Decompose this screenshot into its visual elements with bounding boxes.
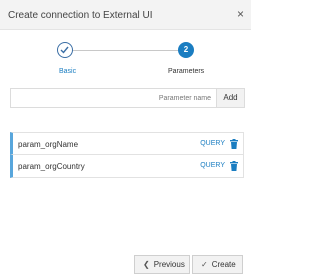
step-parameters-indicator[interactable]: 2 — [178, 42, 194, 58]
chevron-left-icon: ❮ — [143, 260, 150, 269]
create-button[interactable]: ✓ Create — [192, 255, 243, 274]
close-icon[interactable]: × — [237, 7, 244, 21]
create-connection-dialog: Create connection to External UI × Basic… — [0, 0, 251, 280]
parameter-list: param_orgName QUERY param_orgCountry QUE… — [10, 132, 244, 178]
check-icon — [60, 46, 69, 54]
parameter-type-link[interactable]: QUERY — [200, 162, 225, 169]
step-basic-label[interactable]: Basic — [59, 68, 76, 75]
create-button-label: Create — [211, 260, 236, 269]
check-icon: ✓ — [201, 260, 208, 269]
step-connector — [66, 50, 186, 51]
parameter-name: param_orgCountry — [18, 162, 85, 171]
parameter-type-link[interactable]: QUERY — [200, 140, 225, 147]
dialog-header: Create connection to External UI × — [0, 0, 251, 30]
step-parameters-label[interactable]: Parameters — [168, 68, 204, 75]
step-basic-indicator[interactable] — [57, 42, 73, 58]
trash-icon[interactable] — [230, 139, 238, 149]
previous-button[interactable]: ❮ Previous — [134, 255, 190, 274]
list-item: param_orgName QUERY — [10, 132, 244, 155]
parameter-entry: Add — [10, 88, 245, 108]
add-parameter-button[interactable]: Add — [216, 88, 245, 108]
trash-icon[interactable] — [230, 161, 238, 171]
previous-button-label: Previous — [153, 260, 185, 269]
parameter-name-input[interactable] — [10, 88, 216, 108]
list-item: param_orgCountry QUERY — [10, 155, 244, 178]
dialog-title: Create connection to External UI — [8, 10, 153, 21]
wizard-steps: Basic 2 Parameters — [0, 30, 251, 82]
parameter-name: param_orgName — [18, 140, 79, 149]
